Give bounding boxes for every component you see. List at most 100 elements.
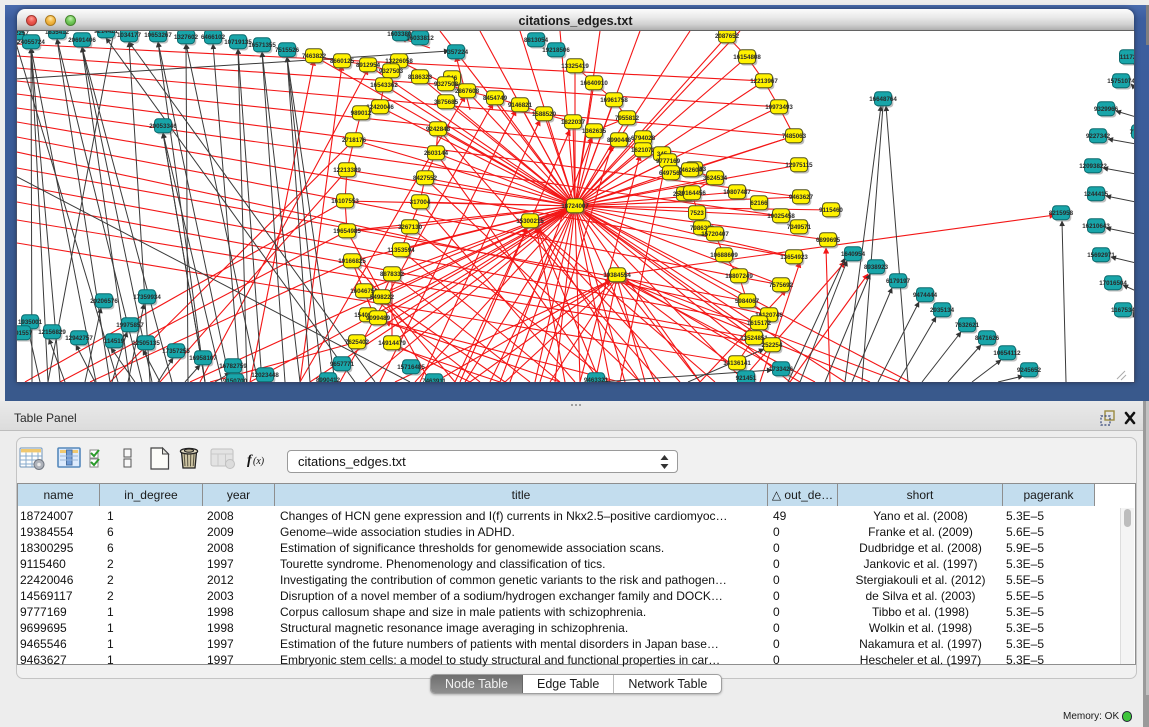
svg-text:16640910: 16640910	[580, 80, 608, 87]
svg-text:2935134: 2935134	[930, 307, 955, 314]
svg-text:3624534: 3624534	[703, 175, 728, 182]
svg-text:252254: 252254	[762, 342, 783, 349]
svg-text:1822037: 1822037	[561, 119, 586, 126]
svg-text:20691406: 20691406	[68, 37, 96, 44]
svg-text:7575692: 7575692	[769, 282, 794, 289]
svg-text:9150700: 9150700	[223, 378, 248, 382]
svg-text:18807249: 18807249	[725, 273, 753, 280]
svg-text:(x): (x)	[253, 456, 265, 467]
svg-text:7349571: 7349571	[787, 224, 812, 231]
svg-text:1034177: 1034177	[117, 32, 142, 39]
svg-text:9463627: 9463627	[789, 194, 814, 201]
svg-text:17357255: 17357255	[162, 348, 190, 355]
svg-text:1167534: 1167534	[1111, 307, 1134, 314]
svg-text:1621072: 1621072	[631, 147, 656, 154]
svg-text:7632621: 7632621	[955, 322, 980, 329]
svg-text:10654112: 10654112	[993, 350, 1021, 357]
svg-text:16782759: 16782759	[219, 363, 247, 370]
svg-text:17016504: 17016504	[1099, 280, 1127, 287]
svg-text:1835412: 1835412	[45, 31, 70, 36]
svg-text:1327602: 1327602	[174, 34, 199, 41]
svg-text:7357224: 7357224	[444, 49, 469, 56]
svg-text:10807487: 10807487	[723, 189, 751, 196]
svg-text:3267130: 3267130	[398, 224, 423, 231]
svg-text:10164456: 10164456	[678, 190, 706, 197]
svg-text:7485063: 7485063	[782, 133, 807, 140]
svg-text:9146821: 9146821	[508, 102, 533, 109]
svg-text:7462604: 7462604	[678, 167, 703, 174]
svg-text:12975115: 12975115	[785, 162, 813, 169]
svg-text:10653267: 10653267	[144, 32, 172, 39]
svg-text:8186323: 8186323	[408, 74, 433, 81]
svg-text:16543362: 16543362	[370, 82, 398, 89]
svg-text:9115460: 9115460	[819, 207, 843, 214]
svg-text:7625402: 7625402	[345, 339, 370, 346]
svg-text:8215958: 8215958	[1049, 210, 1074, 217]
svg-text:16571355: 16571355	[248, 42, 276, 49]
svg-text:11353594: 11353594	[387, 247, 415, 254]
svg-text:8912954: 8912954	[356, 62, 381, 69]
svg-text:9329966: 9329966	[1094, 106, 1119, 113]
svg-text:9227342: 9227342	[1086, 133, 1111, 140]
svg-text:8427552: 8427552	[413, 175, 438, 182]
svg-text:16961758: 16961758	[600, 97, 628, 104]
svg-text:2603144: 2603144	[424, 150, 449, 157]
svg-text:62166: 62166	[750, 200, 768, 207]
svg-text:13325419: 13325419	[561, 63, 589, 70]
svg-text:2867608: 2867608	[455, 88, 480, 95]
svg-text:921451: 921451	[736, 375, 757, 382]
svg-text:6179197: 6179197	[886, 278, 911, 285]
svg-text:7523: 7523	[690, 210, 704, 217]
svg-text:11172: 11172	[1120, 54, 1134, 61]
svg-text:16210643: 16210643	[1082, 223, 1110, 230]
svg-text:8454749: 8454749	[483, 95, 508, 102]
svg-text:9327508: 9327508	[434, 81, 459, 88]
svg-text:12023448: 12023448	[251, 372, 279, 379]
svg-text:773301: 773301	[1130, 129, 1134, 136]
svg-text:7463822: 7463822	[302, 53, 327, 60]
svg-text:1588520: 1588520	[532, 111, 557, 118]
svg-text:15751074: 15751074	[1107, 78, 1134, 85]
svg-text:13654923: 13654923	[780, 254, 808, 261]
svg-text:8660125: 8660125	[330, 58, 355, 65]
svg-text:10025458: 10025458	[767, 213, 795, 220]
svg-text:989012: 989012	[351, 110, 372, 117]
svg-text:9099489: 9099489	[366, 315, 391, 322]
svg-text:15300215: 15300215	[516, 218, 544, 225]
svg-text:12505135: 12505135	[132, 340, 160, 347]
svg-text:1615172: 1615172	[747, 320, 772, 327]
svg-text:19384554: 19384554	[603, 272, 631, 279]
svg-text:12213389: 12213389	[333, 167, 361, 174]
svg-text:19975857: 19975857	[116, 322, 144, 329]
svg-text:5984067: 5984067	[735, 298, 760, 305]
svg-text:20053346: 20053346	[149, 123, 177, 130]
svg-text:15692971: 15692971	[1087, 252, 1115, 259]
svg-text:391557: 391557	[17, 330, 33, 337]
svg-text:1244415: 1244415	[1084, 191, 1109, 198]
svg-text:8990448: 8990448	[607, 137, 632, 144]
svg-text:2087652: 2087652	[715, 33, 740, 40]
svg-text:9242848: 9242848	[426, 126, 451, 133]
svg-text:16958107: 16958107	[189, 355, 217, 362]
svg-text:5498222: 5498222	[370, 294, 395, 301]
svg-text:9245652: 9245652	[1017, 367, 1042, 374]
svg-text:9327503: 9327503	[379, 68, 404, 75]
svg-text:12093822: 12093822	[1079, 163, 1107, 170]
svg-text:9214421: 9214421	[94, 31, 119, 35]
svg-text:9777169: 9777169	[656, 158, 681, 165]
svg-text:7463911: 7463911	[422, 378, 446, 382]
svg-text:24055724: 24055724	[17, 39, 45, 46]
svg-text:16648764: 16648764	[869, 96, 897, 103]
svg-text:12942757: 12942757	[65, 335, 93, 342]
svg-text:19218506: 19218506	[542, 47, 570, 54]
svg-text:20206576: 20206576	[90, 298, 118, 305]
svg-text:8990412: 8990412	[316, 377, 341, 382]
svg-text:7955812: 7955812	[615, 115, 640, 122]
svg-text:9463321: 9463321	[584, 377, 609, 382]
svg-text:14136141: 14136141	[723, 360, 751, 367]
svg-text:15720407: 15720407	[701, 231, 729, 238]
svg-text:1362635: 1362635	[582, 128, 607, 135]
svg-text:8471626: 8471626	[975, 335, 1000, 342]
svg-text:16154808: 16154808	[733, 54, 761, 61]
svg-text:8938923: 8938923	[864, 264, 889, 271]
